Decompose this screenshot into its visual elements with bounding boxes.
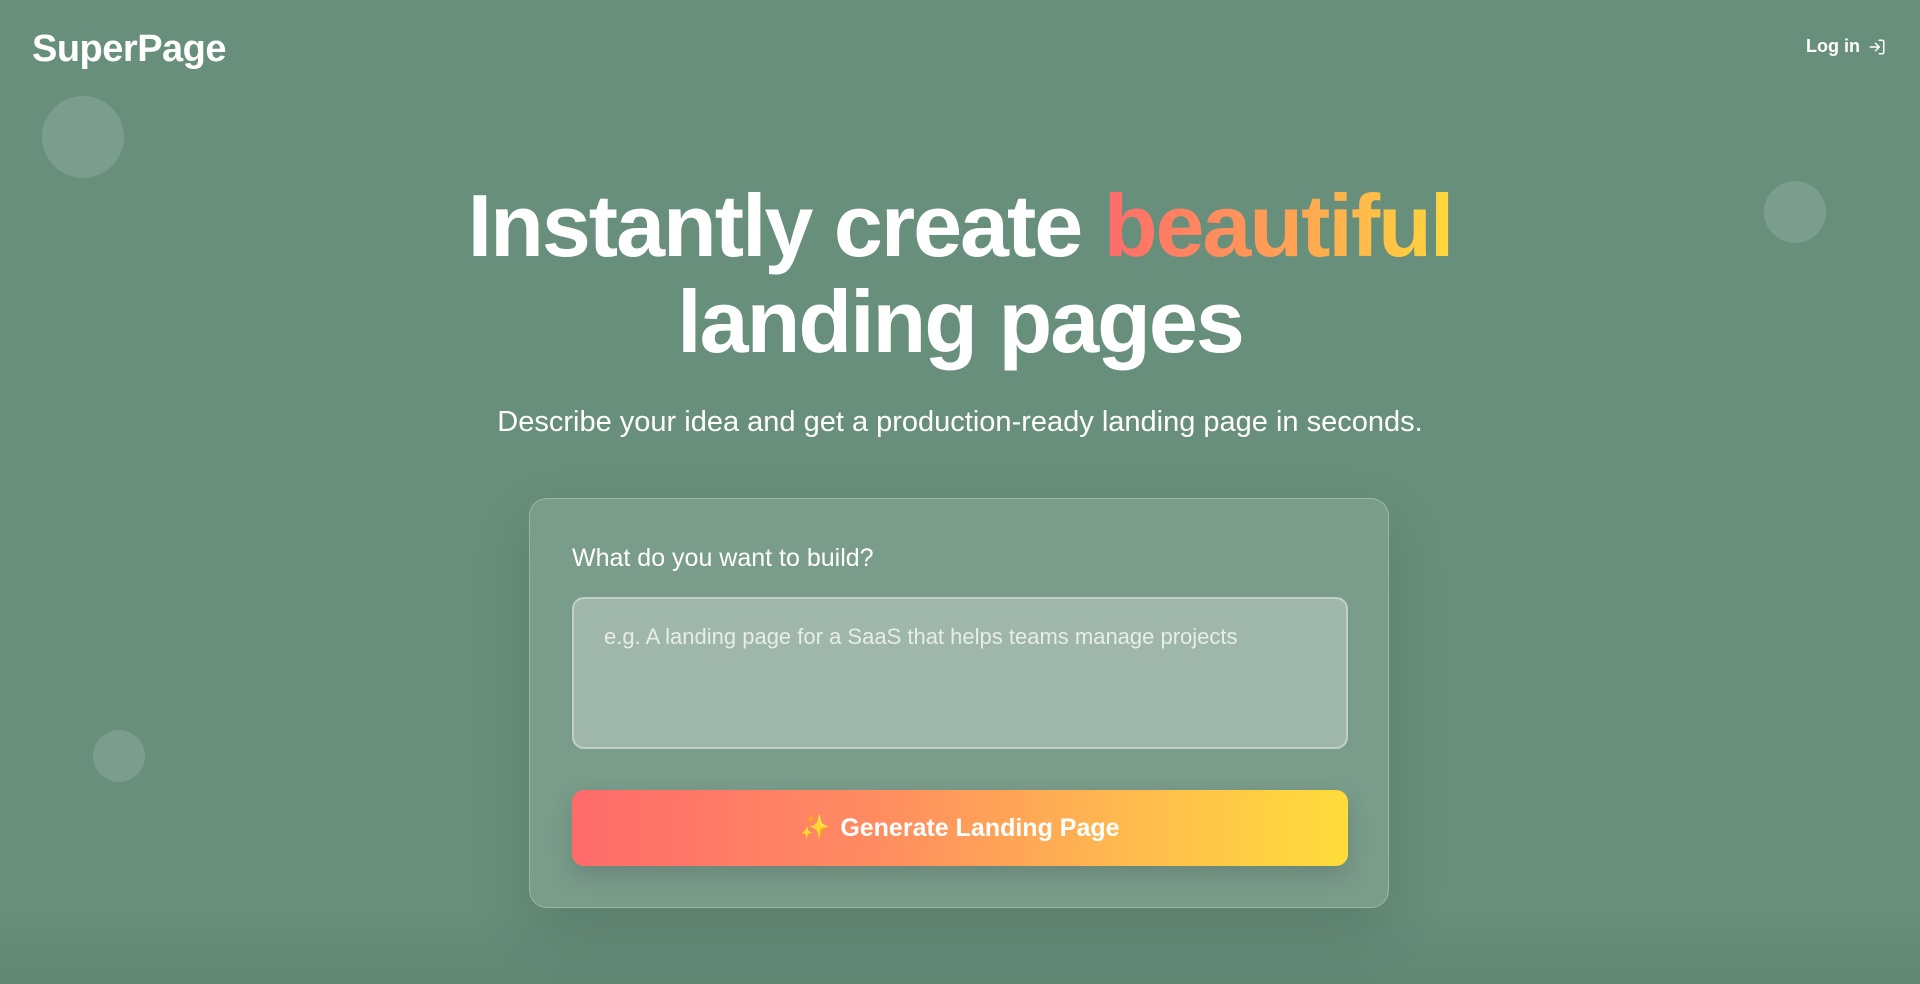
log-in-icon — [1868, 38, 1886, 56]
headline-text-line2: landing pages — [677, 272, 1245, 371]
decorative-bubble — [93, 730, 145, 782]
prompt-input[interactable] — [572, 597, 1348, 749]
login-link[interactable]: Log in — [1806, 36, 1886, 57]
background-shade — [0, 904, 1920, 984]
hero-section: Instantly create beautiful landing pages… — [0, 178, 1920, 440]
headline-text: Instantly create — [467, 176, 1104, 275]
headline-accent: beautiful — [1103, 176, 1455, 275]
hero-headline: Instantly create beautiful landing pages — [0, 178, 1920, 370]
generator-card: What do you want to build? ✨ Generate La… — [529, 498, 1389, 908]
login-label: Log in — [1806, 36, 1860, 56]
generate-label: Generate Landing Page — [840, 813, 1120, 842]
logo[interactable]: SuperPage — [32, 26, 227, 72]
generate-button[interactable]: ✨ Generate Landing Page — [572, 790, 1348, 866]
prompt-label: What do you want to build? — [572, 544, 874, 572]
decorative-bubble — [42, 96, 124, 178]
sparkles-icon: ✨ — [800, 814, 831, 841]
hero-subtitle: Describe your idea and get a production-… — [497, 406, 1423, 438]
